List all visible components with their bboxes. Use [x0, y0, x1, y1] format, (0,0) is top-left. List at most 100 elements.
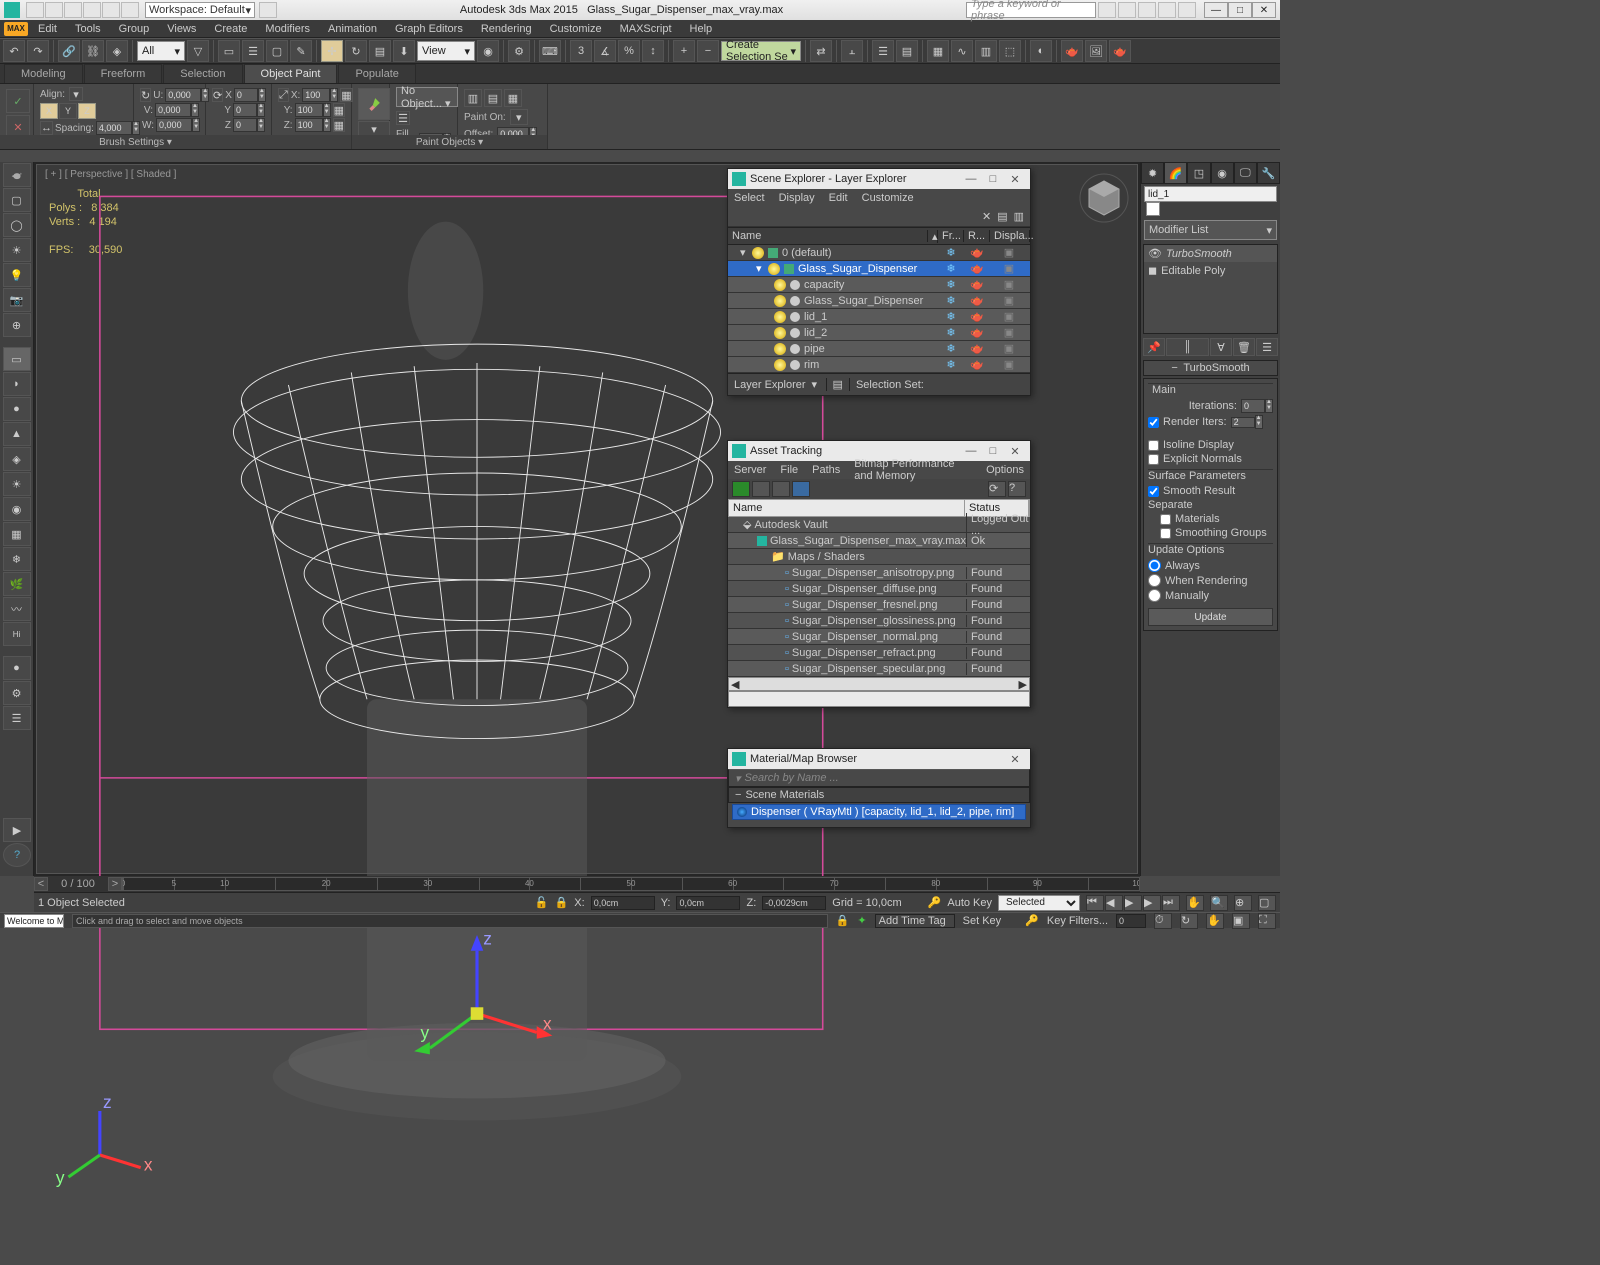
at-close-icon[interactable]: ✕ — [1004, 445, 1026, 458]
timeline-track[interactable]: 05102030405060708090100 — [122, 877, 1140, 891]
help2-icon[interactable]: ? — [3, 843, 31, 867]
scale-icon[interactable]: ▤ — [369, 40, 391, 62]
ink-a-icon[interactable]: ▥ — [464, 89, 482, 107]
se-row[interactable]: rim❄🫖▣ — [728, 357, 1030, 373]
addtag-button[interactable]: Add Time Tag — [875, 914, 955, 928]
menu-customize[interactable]: Customize — [542, 21, 610, 37]
keymode-dropdown[interactable]: Selected — [998, 895, 1080, 911]
brush-settings-title[interactable]: Brush Settings ▾ — [0, 135, 351, 149]
named-sel-dropdown[interactable]: Create Selection Se▾ — [721, 41, 801, 61]
camera-icon[interactable]: 📷 — [3, 288, 31, 312]
tab-objectpaint[interactable]: Object Paint — [244, 64, 338, 83]
menu-animation[interactable]: Animation — [320, 21, 385, 37]
search-icon[interactable] — [1098, 2, 1116, 18]
timeline-prev-icon[interactable]: < — [34, 877, 48, 891]
rect-icon[interactable]: ▢ — [266, 40, 288, 62]
axis-x[interactable]: X — [40, 103, 58, 119]
paint-sel-icon[interactable]: ✎ — [290, 40, 312, 62]
prim-box-icon[interactable]: ▭ — [3, 347, 31, 371]
filter-icon[interactable]: ▽ — [187, 40, 209, 62]
fx-icon[interactable]: ✦ — [857, 914, 866, 927]
at-tb-refresh-icon[interactable]: ⟳ — [988, 481, 1006, 497]
cmd-motion-icon[interactable]: ◉ — [1211, 162, 1234, 184]
help-search-input[interactable]: Type a keyword or phrase — [966, 2, 1096, 18]
box-icon[interactable]: ▢ — [3, 188, 31, 212]
se-row[interactable]: ▾0 (default)❄🫖▣ — [728, 245, 1030, 261]
se-row[interactable]: Glass_Sugar_Dispenser❄🫖▣ — [728, 293, 1030, 309]
workspace-next-icon[interactable] — [259, 2, 277, 18]
modifier-list-dropdown[interactable]: Modifier List▾ — [1144, 220, 1277, 240]
at-tb-3-icon[interactable] — [772, 481, 790, 497]
maxscript-mini[interactable]: Welcome to M — [4, 914, 64, 928]
coord-y-input[interactable]: 0,0cm — [676, 896, 740, 910]
editset-del-icon[interactable]: − — [697, 40, 719, 62]
update-always-radio[interactable] — [1148, 559, 1161, 572]
w-input[interactable]: ▲▼ — [156, 118, 200, 132]
cmd-modify-icon[interactable]: 🌈 — [1164, 162, 1187, 184]
dope-sheet-icon[interactable]: ▥ — [975, 40, 997, 62]
se-col-r[interactable]: R... — [964, 230, 990, 242]
mmb-search-input[interactable]: ▾Search by Name ... — [728, 769, 1030, 787]
signin-icon[interactable] — [1118, 2, 1136, 18]
close-button[interactable]: ✕ — [1252, 2, 1276, 18]
config-icon[interactable]: ☰ — [1256, 338, 1278, 356]
prim-sun-icon[interactable]: ☀ — [3, 472, 31, 496]
painton-icon[interactable]: ▾ — [510, 109, 528, 125]
snaps2d-icon[interactable]: 3 — [570, 40, 592, 62]
make-unique-icon[interactable]: ∀ — [1210, 338, 1232, 356]
smooth-result-check[interactable] — [1148, 486, 1159, 497]
spinner-snap-icon[interactable]: ↕ — [642, 40, 664, 62]
at-tb-1-icon[interactable] — [732, 481, 750, 497]
expand-icon[interactable]: ▶ — [3, 818, 31, 842]
menu-help[interactable]: Help — [682, 21, 721, 37]
by-icon[interactable]: ▦ — [333, 103, 345, 117]
select-icon[interactable]: ▭ — [218, 40, 240, 62]
at-tb-help-icon[interactable]: ? — [1008, 481, 1026, 497]
render-icon[interactable]: 🫖 — [1109, 40, 1131, 62]
cmd-utilities-icon[interactable]: 🔧 — [1257, 162, 1280, 184]
prim-hi-icon[interactable]: Hi — [3, 622, 31, 646]
se-row[interactable]: capacity❄🫖▣ — [728, 277, 1030, 293]
play-icon[interactable]: ▶ — [1124, 895, 1142, 911]
at-row[interactable]: ▫Sugar_Dispenser_specular.pngFound — [728, 661, 1030, 677]
favorites-icon[interactable] — [1158, 2, 1176, 18]
materials-check[interactable] — [1160, 514, 1171, 525]
se-row[interactable]: pipe❄🫖▣ — [728, 341, 1030, 357]
se-tb-layer-icon[interactable]: ▤ — [997, 210, 1007, 223]
at-col-name[interactable]: Name — [729, 500, 965, 516]
cmd-hierarchy-icon[interactable]: ◳ — [1187, 162, 1210, 184]
keyfilters-button[interactable]: Key Filters... — [1047, 915, 1108, 927]
at-row[interactable]: ▫Sugar_Dispenser_glossiness.pngFound — [728, 613, 1030, 629]
se-row[interactable]: lid_2❄🫖▣ — [728, 325, 1030, 341]
setkey-button[interactable]: Set Key — [963, 915, 1002, 927]
goto-end-icon[interactable]: ⏭ — [1162, 895, 1180, 911]
spacing-tool-icon[interactable]: ↔ — [40, 121, 53, 135]
goto-start-icon[interactable]: ⏮ — [1086, 895, 1104, 911]
lock-icon[interactable]: 🔓 — [535, 896, 549, 909]
se-min-icon[interactable]: — — [960, 173, 982, 185]
nav-3-icon[interactable]: ⊕ — [1234, 895, 1252, 911]
key-icon[interactable]: 🔑 — [928, 896, 942, 909]
menu-maxscript[interactable]: MAXScript — [612, 21, 680, 37]
open-icon[interactable] — [45, 2, 63, 18]
iter-input[interactable]: ▲▼ — [1241, 399, 1273, 413]
se-col-name[interactable]: Name — [728, 230, 928, 242]
se-tb-layer2-icon[interactable]: ▥ — [1014, 210, 1024, 223]
prim-snow-icon[interactable]: ❄ — [3, 547, 31, 571]
prim-dome-icon[interactable]: ◗ — [3, 372, 31, 396]
se-col-vis[interactable]: ▴ — [928, 230, 938, 243]
at-tb-4-icon[interactable] — [792, 481, 810, 497]
show-result-icon[interactable]: ║ — [1166, 338, 1209, 356]
prim-geo-icon[interactable]: ◈ — [3, 447, 31, 471]
redo-icon[interactable] — [102, 2, 120, 18]
tab-freeform[interactable]: Freeform — [84, 64, 163, 83]
time-config-icon[interactable]: ⏱ — [1154, 913, 1172, 929]
se-col-fr[interactable]: Fr... — [938, 230, 964, 242]
edit-list-icon[interactable]: ☰ — [396, 111, 410, 125]
gear-icon[interactable]: ⚙ — [3, 681, 31, 705]
update-render-radio[interactable] — [1148, 574, 1161, 587]
axis-y[interactable]: Y — [59, 103, 77, 119]
ink-c-icon[interactable]: ▦ — [504, 89, 522, 107]
smoothgroups-check[interactable] — [1160, 528, 1171, 539]
redo-icon[interactable]: ↷ — [27, 40, 49, 62]
